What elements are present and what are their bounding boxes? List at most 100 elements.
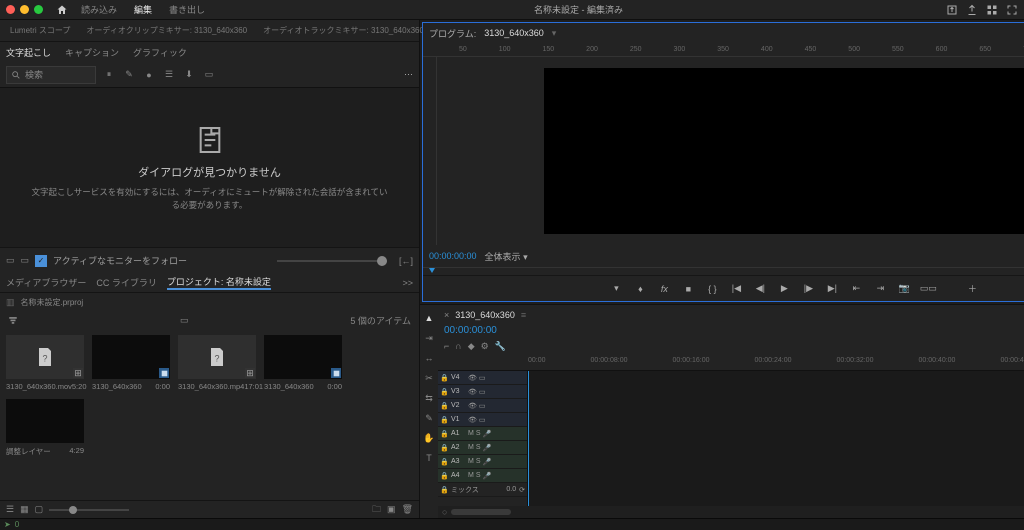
- viewer-area[interactable]: [437, 57, 1024, 245]
- filter-bin-icon[interactable]: [8, 315, 18, 325]
- fullscreen-icon[interactable]: [1006, 4, 1018, 16]
- status-icon[interactable]: ➤: [4, 520, 11, 529]
- voice-toggle[interactable]: 🎤: [483, 458, 492, 466]
- minimize-window-button[interactable]: [20, 5, 29, 14]
- export-frame-icon[interactable]: 📷: [897, 282, 911, 296]
- align-icon[interactable]: ☰: [162, 68, 176, 82]
- lift-icon[interactable]: ⇤: [849, 282, 863, 296]
- lock-icon[interactable]: 🔒: [440, 388, 448, 396]
- workspace-tab-export[interactable]: 書き出し: [163, 1, 211, 18]
- overflow-menu-icon[interactable]: ⋯: [404, 69, 413, 80]
- solo-toggle[interactable]: S: [476, 430, 481, 438]
- snap-icon[interactable]: ⌐: [444, 341, 449, 355]
- new-bin-icon[interactable]: 🗀: [372, 502, 381, 518]
- close-seq-icon[interactable]: ×: [444, 310, 449, 320]
- subtab-graphic[interactable]: グラフィック: [133, 46, 187, 59]
- follow-monitor-checkbox[interactable]: ✓: [35, 255, 47, 267]
- lock-icon[interactable]: 🔒: [440, 472, 448, 480]
- markers-icon[interactable]: ◆: [468, 341, 475, 355]
- extract-icon[interactable]: ⇥: [873, 282, 887, 296]
- new-item-icon[interactable]: ▣: [387, 504, 396, 515]
- lock-icon[interactable]: 🔒: [440, 416, 448, 424]
- sync-toggle[interactable]: ▭: [479, 388, 486, 396]
- tab-project[interactable]: プロジェクト: 名称未設定: [167, 275, 271, 290]
- cc-badge-icon[interactable]: ▭: [21, 255, 30, 266]
- lock-icon[interactable]: 🔒: [440, 374, 448, 382]
- speaker-icon[interactable]: ●: [142, 68, 156, 82]
- panel-menu-icon[interactable]: ▭: [6, 255, 15, 266]
- tab-media-browser[interactable]: メディアブラウザー: [6, 276, 86, 289]
- list-view-icon[interactable]: ☰: [6, 504, 14, 515]
- slip-tool-icon[interactable]: ⇆: [422, 391, 436, 405]
- lock-icon[interactable]: 🔒: [440, 444, 448, 452]
- timeline-timecode[interactable]: 00:00:00:00: [438, 325, 1024, 341]
- timeline-scrollbar[interactable]: ○ ○: [438, 506, 1024, 518]
- go-to-in-icon[interactable]: |◀: [729, 282, 743, 296]
- voice-toggle[interactable]: 🎤: [483, 430, 492, 438]
- project-zoom-slider[interactable]: [49, 509, 129, 511]
- video-track-header[interactable]: 🔒V3👁▭: [438, 385, 527, 399]
- mute-toggle[interactable]: M: [468, 430, 474, 438]
- clip-card[interactable]: 3130_640x3600:00: [92, 335, 170, 391]
- program-playhead-track[interactable]: [423, 267, 1024, 275]
- tab-cc-library[interactable]: CC ライブラリ: [96, 276, 157, 289]
- mix-track-header[interactable]: 🔒ミックス0.0⟳: [438, 483, 527, 497]
- workspace-icon[interactable]: [986, 4, 998, 16]
- workspace-tab-edit[interactable]: 編集: [128, 1, 158, 18]
- track-body[interactable]: [528, 371, 1024, 506]
- add-marker-icon[interactable]: ▾: [609, 282, 623, 296]
- eye-toggle[interactable]: 👁: [468, 416, 477, 424]
- close-window-button[interactable]: [6, 5, 15, 14]
- share-icon[interactable]: [966, 4, 978, 16]
- timeline-sequence-name[interactable]: 3130_640x360: [455, 310, 515, 320]
- edit-icon[interactable]: ✎: [122, 68, 136, 82]
- mute-toggle[interactable]: M: [468, 458, 474, 466]
- mask-icon[interactable]: { }: [705, 282, 719, 296]
- sync-toggle[interactable]: ▭: [479, 402, 486, 410]
- ripple-tool-icon[interactable]: ↔: [422, 351, 436, 365]
- program-timecode-left[interactable]: 00:00:00:00: [429, 251, 477, 261]
- type-tool-icon[interactable]: T: [422, 451, 436, 465]
- pen-tool-icon[interactable]: ✎: [422, 411, 436, 425]
- selection-tool-icon[interactable]: ▲: [422, 311, 436, 325]
- bracket-icon[interactable]: [←]: [399, 256, 413, 266]
- freeform-icon[interactable]: ▭: [180, 315, 189, 326]
- settings-icon[interactable]: ⚙: [481, 341, 489, 355]
- solo-toggle[interactable]: S: [476, 458, 481, 466]
- button-editor-icon[interactable]: ＋: [965, 282, 979, 296]
- go-to-out-icon[interactable]: ▶|: [825, 282, 839, 296]
- follow-slider[interactable]: [277, 260, 387, 262]
- download-icon[interactable]: ⬇: [182, 68, 196, 82]
- comparison-icon[interactable]: ▭▭: [921, 282, 935, 296]
- step-fwd-icon[interactable]: |▶: [801, 282, 815, 296]
- eye-toggle[interactable]: 👁: [468, 374, 477, 382]
- quick-export-icon[interactable]: [946, 4, 958, 16]
- sync-toggle[interactable]: ▭: [479, 374, 486, 382]
- maximize-window-button[interactable]: [34, 5, 43, 14]
- lock-icon[interactable]: 🔒: [440, 486, 448, 494]
- linked-selection-icon[interactable]: ∩: [455, 341, 461, 355]
- clip-card[interactable]: ?⊞3130_640x360.mov5:20: [6, 335, 84, 391]
- search-input[interactable]: 検索: [6, 66, 96, 84]
- razor-tool-icon[interactable]: ✂: [422, 371, 436, 385]
- audio-track-header[interactable]: 🔒A3MS🎤: [438, 455, 527, 469]
- step-back-icon[interactable]: ◀|: [753, 282, 767, 296]
- wrench-icon[interactable]: 🔧: [495, 341, 506, 355]
- clip-card[interactable]: ?⊞3130_640x360.mp417:01: [178, 335, 256, 391]
- cc-icon[interactable]: ▭: [202, 68, 216, 82]
- pause-icon[interactable]: ⏸: [102, 68, 116, 82]
- project-panel-overflow[interactable]: >>: [402, 278, 413, 288]
- mute-toggle[interactable]: M: [468, 472, 474, 480]
- mute-toggle[interactable]: M: [468, 444, 474, 452]
- subtab-transcribe[interactable]: 文字起こし: [6, 46, 51, 59]
- in-point-icon[interactable]: ■: [681, 282, 695, 296]
- home-icon[interactable]: [54, 2, 70, 18]
- marker-icon[interactable]: ♦: [633, 282, 647, 296]
- tab-audio-clip-mixer[interactable]: オーディオクリップミキサー: 3130_640x360: [82, 24, 251, 37]
- tab-audio-track-mixer[interactable]: オーディオトラックミキサー: 3130_640x360: [259, 24, 428, 37]
- workspace-tab-import[interactable]: 読み込み: [75, 1, 123, 18]
- loop-icon[interactable]: ⟳: [519, 486, 525, 494]
- lock-icon[interactable]: 🔒: [440, 458, 448, 466]
- solo-toggle[interactable]: S: [476, 472, 481, 480]
- clip-card[interactable]: 調整レイヤー4:29: [6, 399, 84, 457]
